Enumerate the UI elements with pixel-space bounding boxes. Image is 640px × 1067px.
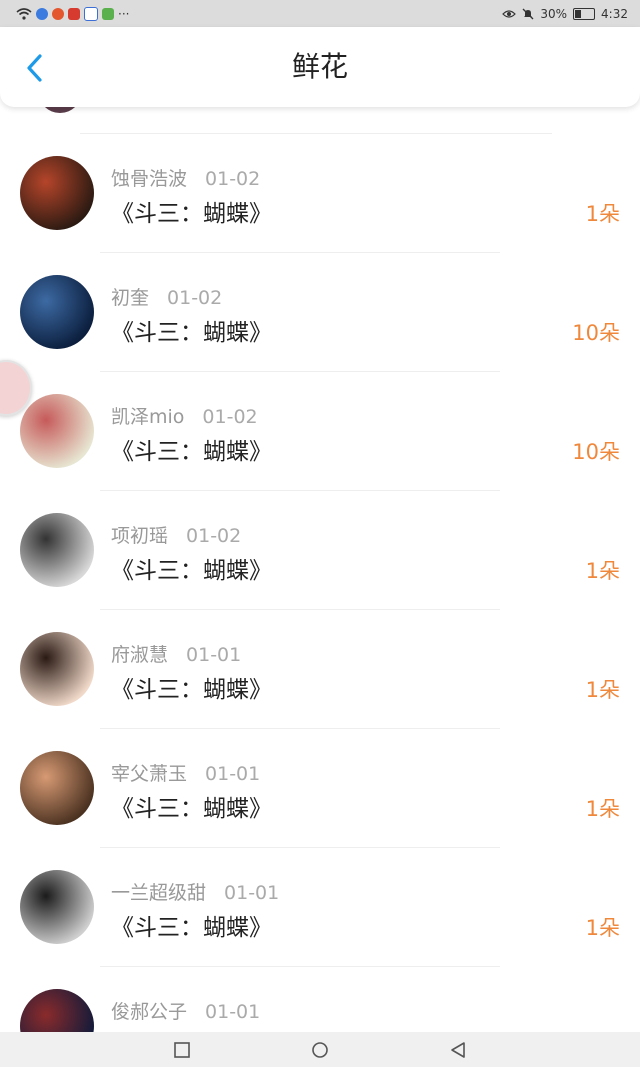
date: 01-01 (186, 644, 242, 666)
app-icon-baidu (84, 6, 98, 21)
date: 01-02 (167, 287, 223, 309)
flower-amount: 1朵 (585, 797, 620, 821)
username[interactable]: 府淑慧 (111, 644, 168, 666)
avatar[interactable] (20, 632, 94, 706)
username[interactable]: 一兰超级甜 (111, 882, 206, 904)
date: 01-02 (186, 525, 242, 547)
avatar[interactable] (20, 156, 94, 230)
list-item[interactable]: 蚀骨浩波 01-02 《斗三：蝴蝶》 1朵 (0, 134, 640, 253)
username[interactable]: 蚀骨浩波 (111, 168, 187, 190)
battery-percent: 30% (540, 6, 568, 21)
list-item[interactable]: 初奎 01-02 《斗三：蝴蝶》 10朵 (0, 253, 640, 372)
flower-amount: 1朵 (585, 678, 620, 702)
date: 01-01 (224, 882, 280, 904)
status-bar: ··· 30% 4:32 (0, 0, 640, 27)
avatar[interactable] (20, 751, 94, 825)
app-icon-blue (36, 7, 48, 20)
status-time: 4:32 (601, 6, 628, 21)
flower-amount: 10朵 (572, 440, 620, 464)
flower-amount: 10朵 (572, 321, 620, 345)
avatar[interactable] (20, 275, 94, 349)
list-item[interactable]: 凯泽mio 01-02 《斗三：蝴蝶》 10朵 (0, 372, 640, 491)
flower-list: 蚀骨浩波 01-02 《斗三：蝴蝶》 1朵 初奎 01-02 《斗三：蝴蝶》 10朵… (0, 107, 640, 1032)
username[interactable]: 初奎 (111, 287, 149, 309)
book-title[interactable]: 《斗三：蝴蝶》 (111, 432, 272, 466)
avatar[interactable] (20, 394, 94, 468)
page-title: 鲜花 (291, 50, 348, 83)
back-icon[interactable] (449, 1041, 467, 1059)
flower-amount: 1朵 (585, 559, 620, 583)
app-icon-red (68, 7, 80, 20)
item-meta: 府淑慧 01-01 (111, 640, 241, 667)
list-item[interactable]: 宰父萧玉 01-01 《斗三：蝴蝶》 1朵 (0, 729, 640, 848)
list-item[interactable]: 项初瑶 01-02 《斗三：蝴蝶》 1朵 (0, 491, 640, 610)
avatar[interactable] (20, 989, 94, 1032)
date: 01-01 (205, 1001, 261, 1023)
book-title[interactable]: 《斗三：蝴蝶》 (111, 194, 272, 228)
date: 01-02 (205, 168, 261, 190)
username[interactable]: 宰父萧玉 (111, 763, 187, 785)
date: 01-02 (202, 406, 258, 428)
app-icon-weibo (52, 7, 64, 20)
mute-icon (522, 8, 534, 19)
item-meta: 凯泽mio 01-02 (111, 402, 258, 429)
username[interactable]: 项初瑶 (111, 525, 168, 547)
book-title[interactable]: 《斗三：蝴蝶》 (111, 670, 272, 704)
status-right: 30% 4:32 (502, 7, 628, 21)
system-nav-bar (0, 1032, 640, 1067)
flower-amount: 1朵 (585, 202, 620, 226)
book-title[interactable]: 《斗三：蝴蝶》 (111, 908, 272, 942)
item-meta: 俊郝公子 01-01 (111, 997, 260, 1024)
flower-amount: 1朵 (585, 916, 620, 940)
username[interactable]: 凯泽mio (111, 406, 184, 428)
book-title[interactable]: 《斗三：蝴蝶》 (111, 551, 272, 585)
avatar[interactable] (20, 870, 94, 944)
wifi-icon (16, 7, 32, 20)
item-meta: 蚀骨浩波 01-02 (111, 164, 260, 191)
book-title[interactable]: 《斗三：蝴蝶》 (111, 789, 272, 823)
username[interactable]: 俊郝公子 (111, 1001, 187, 1023)
list-item[interactable]: 俊郝公子 01-01 (0, 967, 640, 1032)
item-meta: 宰父萧玉 01-01 (111, 759, 260, 786)
date: 01-01 (205, 763, 261, 785)
book-title[interactable]: 《斗三：蝴蝶》 (111, 313, 272, 347)
header-bar: 鲜花 (0, 27, 640, 107)
list-item[interactable]: 一兰超级甜 01-01 《斗三：蝴蝶》 1朵 (0, 848, 640, 967)
battery-icon (573, 7, 596, 20)
item-meta: 项初瑶 01-02 (111, 521, 241, 548)
more-dots-icon: ··· (118, 6, 130, 21)
status-left: ··· (16, 6, 130, 21)
item-meta: 初奎 01-02 (111, 283, 222, 310)
app-icon-green (102, 7, 114, 20)
eye-icon (502, 9, 517, 18)
avatar[interactable] (20, 513, 94, 587)
list-item[interactable]: 府淑慧 01-01 《斗三：蝴蝶》 1朵 (0, 610, 640, 729)
home-icon[interactable] (311, 1041, 329, 1059)
avatar (38, 107, 82, 113)
recent-apps-icon[interactable] (173, 1041, 191, 1059)
item-meta: 一兰超级甜 01-01 (111, 878, 279, 905)
